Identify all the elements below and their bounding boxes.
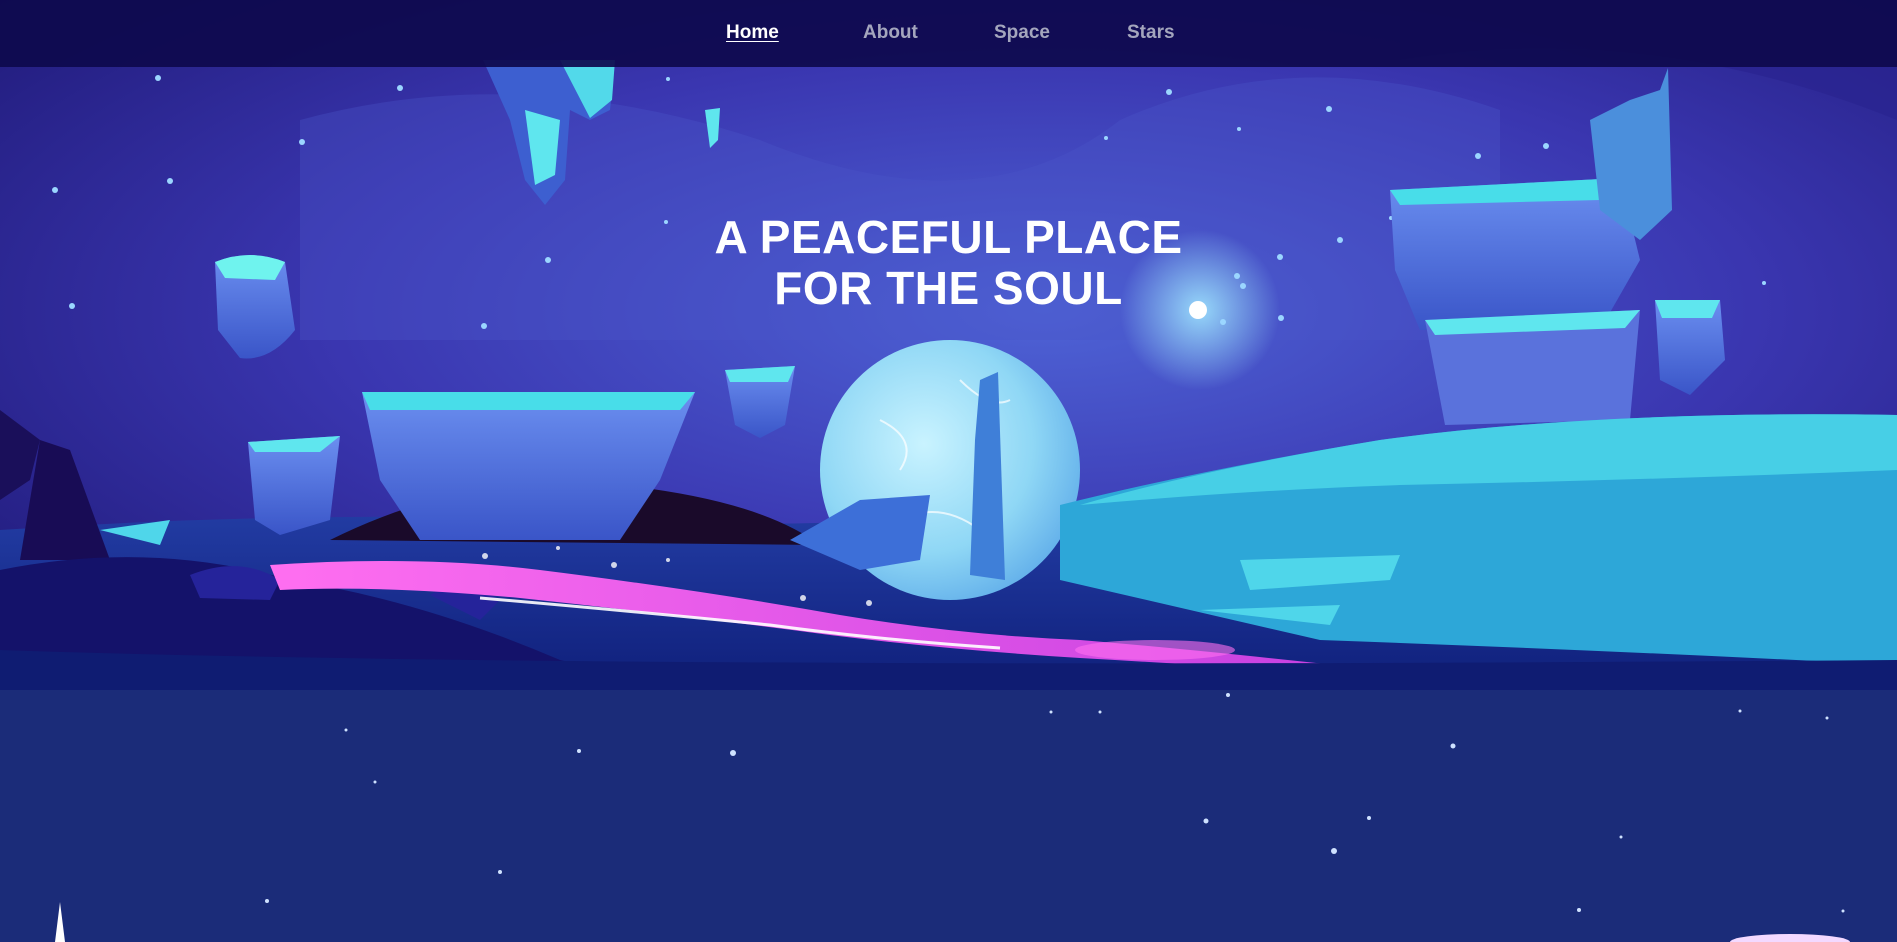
hero-title-line1: A PEACEFUL PLACE xyxy=(714,211,1183,263)
hero-title: A PEACEFUL PLACE FOR THE SOUL xyxy=(0,212,1897,314)
hero-section: A PEACEFUL PLACE FOR THE SOUL xyxy=(0,0,1897,690)
nav-link-stars[interactable]: Stars xyxy=(1127,22,1175,44)
nav-links: Home About Space Stars xyxy=(0,0,1897,67)
nav-link-home[interactable]: Home xyxy=(726,22,779,44)
hero-title-line2: FOR THE SOUL xyxy=(774,262,1123,314)
nav-link-about[interactable]: About xyxy=(863,22,918,44)
lower-section xyxy=(0,690,1897,942)
nav-link-space[interactable]: Space xyxy=(994,22,1050,44)
top-navbar: Home About Space Stars xyxy=(0,0,1897,67)
starfield xyxy=(55,693,1850,942)
space-landscape-illustration xyxy=(0,0,1897,690)
